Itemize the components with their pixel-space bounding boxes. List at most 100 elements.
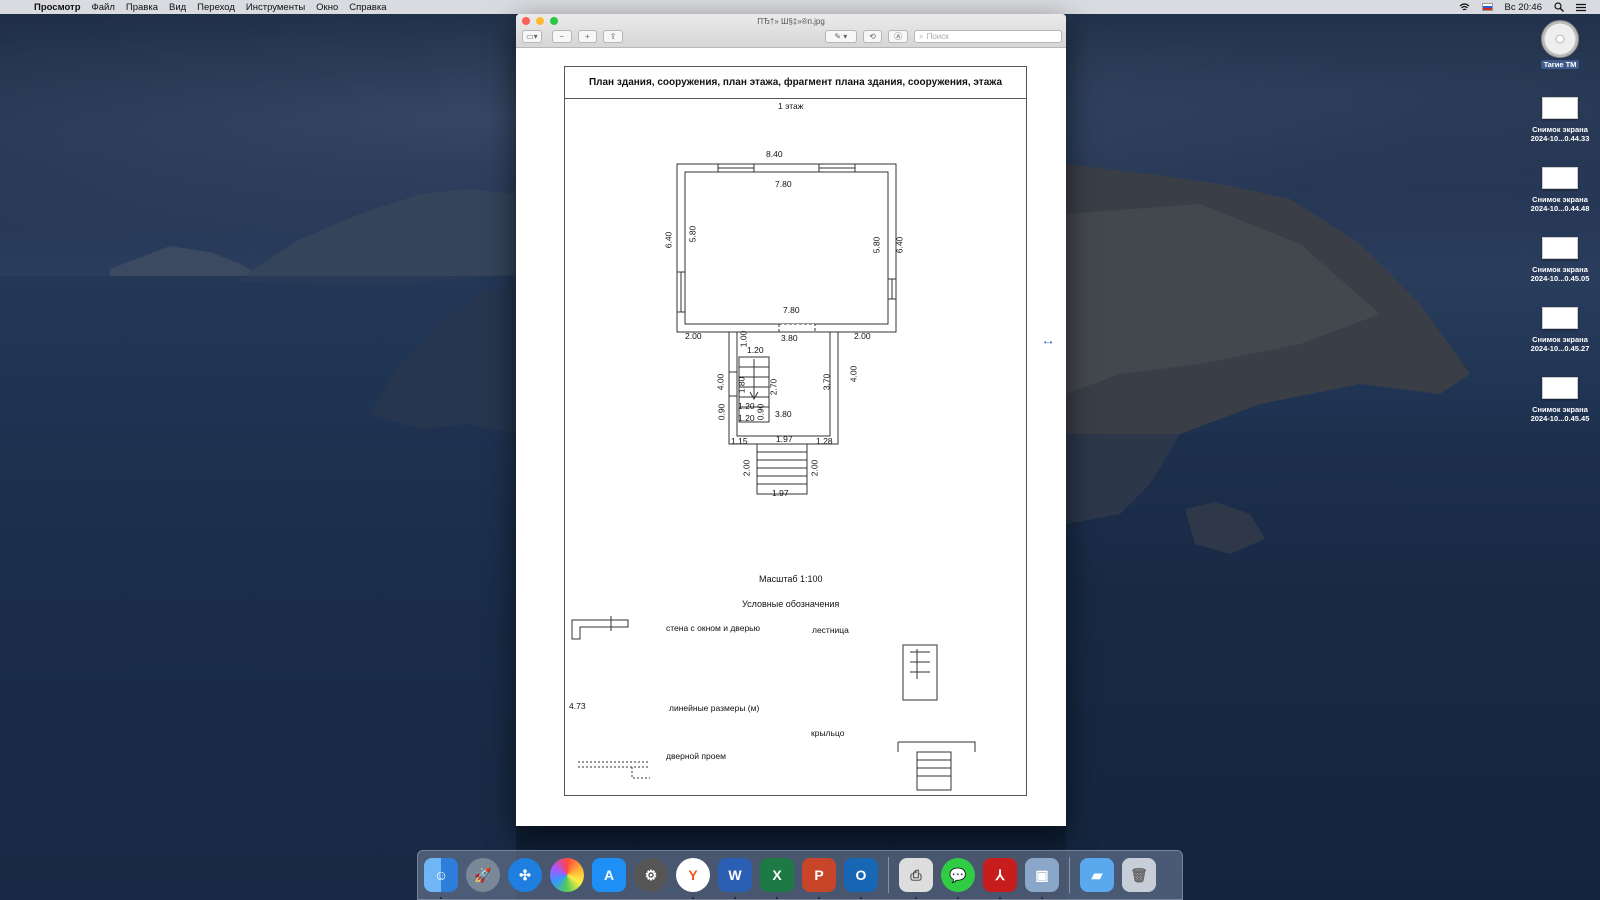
window-titlebar[interactable]: ПЂ†» Ш§‡»®п.jpg ▭▾ − + ⇪ ✎ ▾ ⟲ Ⓐ ⌕ Поиск [516, 14, 1066, 48]
outlook-icon[interactable]: O [844, 858, 878, 899]
markup-toolbar-button[interactable]: Ⓐ [888, 30, 909, 43]
legend-dims-sample: 4.73 [569, 701, 586, 711]
preview-window: ПЂ†» Ш§‡»®п.jpg ▭▾ − + ⇪ ✎ ▾ ⟲ Ⓐ ⌕ Поиск… [516, 14, 1066, 826]
rotate-icon: ⟲ [869, 32, 876, 41]
app-store-icon[interactable]: A [592, 858, 626, 892]
screenshot-5-date: 2024-10...0.45.45 [1530, 414, 1590, 423]
dim-top-inner: 7.80 [775, 179, 792, 189]
menubar-clock[interactable]: Вс 20:46 [1505, 2, 1543, 13]
menu-file[interactable]: Файл [92, 2, 115, 13]
messages-icon[interactable]: 💬 [941, 858, 975, 899]
dim-left-inner: 5.80 [687, 225, 698, 243]
notification-center-icon[interactable] [1576, 3, 1586, 12]
dim-porch-height-right: 2.00 [809, 459, 820, 477]
resize-handle-icon[interactable]: •‑• [1044, 338, 1052, 347]
screenshot-5-name: Снимок экрана [1532, 405, 1588, 414]
screenshot-1-name: Снимок экрана [1532, 125, 1588, 134]
dim-right-outer: 6.40 [894, 236, 905, 254]
dim-left-ledge: 2.00 [685, 331, 702, 341]
disk-icon [1541, 20, 1579, 58]
desktop-screenshot-4[interactable]: Снимок экрана 2024-10...0.45.27 [1520, 307, 1600, 353]
screenshot-thumbnail-icon [1542, 97, 1578, 119]
spotlight-search-icon[interactable] [1554, 2, 1564, 12]
dim-corridor-width: 3.80 [781, 333, 798, 343]
dim-right-ledge: 2.00 [854, 331, 871, 341]
dim-stair-width-2: 1.20 [738, 401, 755, 411]
legend-stairs-label: лестница [812, 625, 849, 635]
pen-icon: ✎ ▾ [834, 32, 848, 41]
dim-stair-run: 1.80 [736, 376, 747, 394]
system-preferences-icon[interactable]: ⚙ [634, 858, 668, 892]
screenshot-3-name: Снимок экрана [1532, 265, 1588, 274]
dim-porch-top: 1.97 [776, 434, 793, 444]
screenshot-thumbnail-icon [1542, 377, 1578, 399]
menu-window[interactable]: Окно [316, 2, 338, 13]
share-button[interactable]: ⇪ [603, 30, 623, 43]
zoom-in-button[interactable]: + [577, 30, 598, 43]
legend-dims-label: линейные размеры (м) [669, 703, 760, 713]
printer-icon[interactable]: ⎙ [899, 858, 933, 899]
preview-icon[interactable]: ▣ [1025, 858, 1059, 899]
zoom-in-icon: + [585, 32, 590, 41]
menu-view[interactable]: Вид [169, 2, 186, 13]
screenshot-2-date: 2024-10...0.44.48 [1530, 204, 1590, 213]
dim-stair-gap-2: 0.90 [755, 403, 766, 421]
desktop-screenshot-2[interactable]: Снимок экрана 2024-10...0.44.48 [1520, 167, 1600, 213]
desktop-screenshot-5[interactable]: Снимок экрана 2024-10...0.45.45 [1520, 377, 1600, 423]
scale-label: Масштаб 1:100 [759, 574, 823, 584]
dim-stair-width-3: 1.20 [738, 413, 755, 423]
dim-wing-left: 4.00 [715, 373, 726, 391]
legend-title: Условные обозначения [742, 599, 840, 609]
trash-icon[interactable]: 🗑 [1122, 858, 1156, 892]
screenshot-3-date: 2024-10...0.45.05 [1530, 274, 1590, 283]
desktop-screenshot-1[interactable]: Снимок экрана 2024-10...0.44.33 [1520, 97, 1600, 143]
safari-icon[interactable]: ✣ [508, 858, 542, 892]
dock-separator [888, 857, 889, 893]
dim-porch-height-left: 2.00 [741, 459, 752, 477]
screenshot-thumbnail-icon [1542, 237, 1578, 259]
sidebar-toggle-button[interactable]: ▭▾ [522, 30, 542, 43]
disk-label: Tarие TM [1540, 60, 1580, 69]
dim-stair-length: 2.70 [768, 378, 779, 396]
excel-icon[interactable]: X [760, 858, 794, 899]
dim-bottom-inner: 7.80 [783, 305, 800, 315]
menu-help[interactable]: Справка [349, 2, 386, 13]
dim-porch-bottom: 1.97 [772, 488, 789, 498]
menu-tools[interactable]: Инструменты [246, 2, 305, 13]
dim-stair-gap: 0.90 [716, 403, 727, 421]
screenshot-2-name: Снимок экрана [1532, 195, 1588, 204]
legend-wall-label: стена с окном и дверью [666, 623, 760, 633]
powerpoint-icon[interactable]: P [802, 858, 836, 899]
photos-icon[interactable] [550, 858, 584, 892]
dim-left-outer: 6.40 [663, 231, 674, 249]
zoom-out-button[interactable]: − [551, 30, 572, 43]
desktop-disk-icon[interactable]: Tarие TM [1520, 20, 1600, 69]
yandex-browser-icon[interactable]: Y [676, 858, 710, 899]
search-placeholder: Поиск [926, 32, 949, 41]
rotate-button[interactable]: ⟲ [862, 30, 883, 43]
screenshot-1-date: 2024-10...0.44.33 [1530, 134, 1590, 143]
search-icon: ⌕ [919, 31, 924, 41]
search-field[interactable]: ⌕ Поиск [914, 30, 1063, 43]
window-title: ПЂ†» Ш§‡»®п.jpg [757, 17, 825, 26]
dock: ☺ 🚀 ✣ A ⚙ Y W X P O ⎙ 💬 ⅄ ▣ ▰ 🗑 [417, 850, 1183, 900]
desktop-screenshot-3[interactable]: Снимок экрана 2024-10...0.45.05 [1520, 237, 1600, 283]
floor-plan-document: План здания, сооружения, план этажа, фра… [564, 66, 1027, 796]
word-icon[interactable]: W [718, 858, 752, 899]
legend-porch-label: крыльцо [811, 728, 845, 738]
menu-go[interactable]: Переход [197, 2, 235, 13]
sidebar-icon: ▭▾ [526, 32, 538, 41]
menu-app-name[interactable]: Просмотр [34, 2, 81, 13]
input-source-flag-icon[interactable] [1481, 3, 1493, 11]
screenshot-thumbnail-icon [1542, 307, 1578, 329]
menu-edit[interactable]: Правка [126, 2, 158, 13]
markup-pen-button[interactable]: ✎ ▾ [825, 30, 857, 43]
wifi-icon[interactable] [1459, 2, 1470, 12]
folder-icon[interactable]: ▰ [1080, 858, 1114, 892]
screenshot-4-date: 2024-10...0.45.27 [1530, 344, 1590, 353]
dim-top-outer: 8.40 [766, 149, 783, 159]
finder-icon[interactable]: ☺ [424, 858, 458, 899]
markup-icon: Ⓐ [894, 32, 903, 41]
launchpad-icon[interactable]: 🚀 [466, 858, 500, 892]
acrobat-icon[interactable]: ⅄ [983, 858, 1017, 899]
